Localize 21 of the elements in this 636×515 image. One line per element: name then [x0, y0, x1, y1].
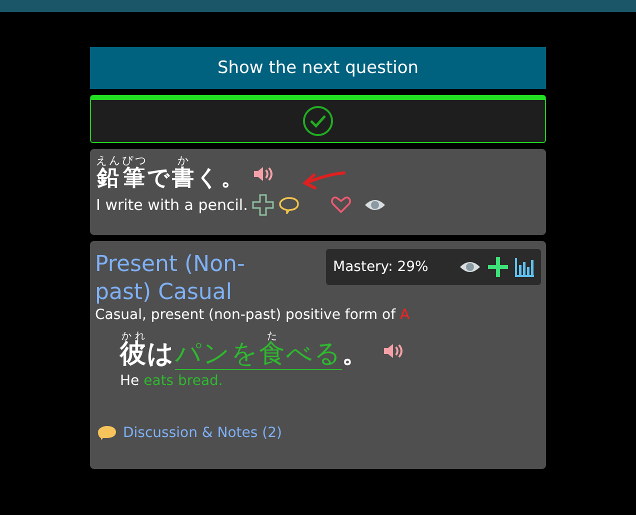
discussion-link[interactable]: Discussion & Notes (2)	[123, 425, 282, 441]
speech-bubble-icon[interactable]	[278, 196, 300, 214]
form-link[interactable]: A	[400, 307, 410, 323]
grammar-title: Present (Non-past) Casual	[95, 251, 246, 307]
plus-icon[interactable]	[488, 257, 508, 277]
checkmark-icon	[302, 105, 334, 137]
speaker-icon[interactable]	[383, 342, 403, 360]
translation-text: I write with a pencil.	[96, 196, 248, 214]
example-translation: He eats bread.	[120, 372, 224, 388]
plus-icon[interactable]	[252, 194, 274, 216]
next-question-button[interactable]: Show the next question	[90, 47, 546, 89]
eye-icon[interactable]	[459, 259, 481, 275]
pointer-arrow	[300, 169, 346, 191]
mastery-text: Mastery: 29%	[333, 259, 430, 275]
example-sentence: 彼 かれ はパンを食 た べる。	[120, 331, 369, 370]
japanese-sentence: 鉛 えん 筆 ぴつ で書 か く。	[96, 155, 245, 192]
speaker-icon[interactable]	[253, 164, 273, 183]
grammar-description: Casual, present (non-past) positive form of A	[95, 307, 411, 323]
heart-icon[interactable]	[330, 196, 352, 214]
speech-bubble-icon[interactable]	[97, 425, 117, 441]
bar-chart-icon[interactable]	[515, 257, 535, 277]
